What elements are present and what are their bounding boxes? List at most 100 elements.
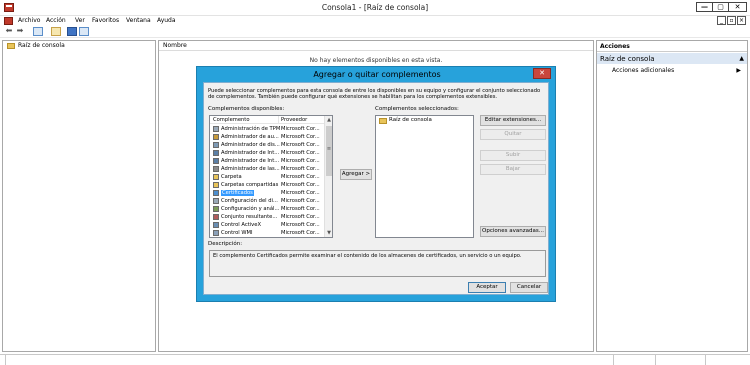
submenu-arrow-icon[interactable]: ▶ — [736, 67, 741, 74]
description-label: Descripción: — [208, 241, 243, 247]
status-bar — [0, 354, 750, 365]
selected-snapins-list[interactable]: Raíz de consola — [375, 115, 474, 238]
column-header[interactable]: Nombre — [159, 41, 593, 51]
snapin-vendor: Microsoft Cor... — [281, 182, 320, 188]
available-snapin-row[interactable]: Carpeta Microsoft Cor... — [210, 173, 324, 181]
scroll-up-icon[interactable]: ▲ — [325, 116, 332, 124]
menu-accion[interactable]: Acción — [46, 17, 66, 24]
snapin-name: Administración de TPM — [221, 126, 281, 132]
menu-favoritos[interactable]: Favoritos — [92, 17, 119, 24]
snapin-vendor: Microsoft Cor... — [281, 134, 320, 140]
add-button[interactable]: Agregar > — [340, 169, 372, 180]
available-snapin-row[interactable]: Administrador de au... Microsoft Cor... — [210, 133, 324, 141]
column-snapin[interactable]: Complemento — [213, 117, 250, 123]
menu-ventana[interactable]: Ventana — [126, 17, 151, 24]
available-snapin-row[interactable]: Administrador de Int... Microsoft Cor... — [210, 149, 324, 157]
list-header: Complemento Proveedor — [210, 116, 324, 124]
actions-title: Acciones — [597, 41, 747, 52]
advanced-options-button[interactable]: Opciones avanzadas... — [480, 226, 546, 237]
analysis-icon — [213, 206, 219, 212]
snapin-name: Configuración y anál... — [221, 206, 280, 212]
menu-archivo[interactable]: Archivo — [18, 17, 40, 24]
snapin-vendor: Microsoft Cor... — [281, 174, 320, 180]
mdi-minimize-button[interactable]: _ — [717, 16, 726, 25]
printer-icon — [213, 166, 219, 172]
column-vendor[interactable]: Proveedor — [281, 117, 307, 123]
minimize-button[interactable]: — — [696, 2, 713, 12]
console-tree-icon[interactable] — [33, 27, 43, 36]
snapin-vendor: Microsoft Cor... — [281, 126, 320, 132]
empty-view-message: No hay elementos disponibles en esta vis… — [309, 57, 443, 64]
cancel-button[interactable]: Cancelar — [510, 282, 548, 293]
snapin-name: Configuración del di... — [221, 198, 278, 204]
available-snapin-row[interactable]: Administrador de las... Microsoft Cor... — [210, 165, 324, 173]
title-bar: Consola1 - [Raíz de consola] — ▢ ✕ — [0, 0, 750, 16]
description-box: El complemento Certificados permite exam… — [209, 250, 546, 277]
toolbar: ⬅ ➡ — [0, 26, 750, 38]
available-snapin-row[interactable]: Conjunto resultante... Microsoft Cor... — [210, 213, 324, 221]
scroll-down-icon[interactable]: ▼ — [325, 229, 332, 237]
snapin-name: Conjunto resultante... — [221, 214, 278, 220]
console-menu-icon[interactable] — [4, 17, 13, 25]
available-snapins-list[interactable]: Complemento Proveedor Administración de … — [209, 115, 333, 238]
available-snapin-row[interactable]: Carpetas compartidas Microsoft Cor... — [210, 181, 324, 189]
status-divider — [705, 355, 706, 365]
available-snapin-row[interactable]: Administración de TPM Microsoft Cor... — [210, 125, 324, 133]
selected-item-console-root[interactable]: Raíz de consola — [389, 117, 432, 123]
snapin-vendor: Microsoft Cor... — [281, 166, 320, 172]
add-remove-snapins-dialog: Agregar o quitar complementos ✕ Puede se… — [196, 66, 556, 302]
snapin-name: Control ActiveX — [221, 222, 261, 228]
back-icon[interactable]: ⬅ — [4, 27, 14, 36]
available-snapin-row[interactable]: Configuración y anál... Microsoft Cor... — [210, 205, 324, 213]
snapin-vendor: Microsoft Cor... — [281, 198, 320, 204]
column-name-label[interactable]: Nombre — [163, 42, 187, 49]
dialog-body: Puede seleccionar complementos para esta… — [203, 82, 549, 295]
security-icon — [213, 150, 219, 156]
console-tree-pane: Raíz de consola — [2, 40, 156, 352]
actions-section-header[interactable]: Raíz de consola ▲ — [597, 53, 747, 64]
shared-folder-icon — [213, 182, 219, 188]
snapin-name: Certificados — [221, 190, 254, 196]
list-scrollbar[interactable]: ▲ ≡ ▼ — [324, 116, 332, 237]
dialog-intro-text: Puede seleccionar complementos para esta… — [208, 88, 541, 101]
menu-bar: Archivo Acción Ver Favoritos Ventana Ayu… — [0, 16, 750, 26]
security-icon — [213, 158, 219, 164]
collapse-arrow-icon[interactable]: ▲ — [739, 55, 744, 62]
export-list-icon[interactable] — [51, 27, 61, 36]
policy-icon — [213, 214, 219, 220]
available-snapin-row[interactable]: Control ActiveX Microsoft Cor... — [210, 221, 324, 229]
activex-icon — [213, 222, 219, 228]
mdi-restore-button[interactable]: ▫ — [727, 16, 736, 25]
help-icon[interactable] — [67, 27, 77, 36]
close-window-button[interactable]: ✕ — [728, 2, 747, 12]
column-divider[interactable] — [278, 116, 279, 124]
snapin-name: Carpeta — [221, 174, 242, 180]
status-divider — [613, 355, 614, 365]
window-title: Consola1 - [Raíz de consola] — [321, 3, 429, 12]
show-hide-action-pane-icon[interactable] — [79, 27, 89, 36]
ok-button[interactable]: Aceptar — [468, 282, 506, 293]
forward-icon[interactable]: ➡ — [15, 27, 25, 36]
available-snapin-row[interactable]: Configuración del di... Microsoft Cor... — [210, 197, 324, 205]
edit-extensions-button[interactable]: Editar extensiones... — [480, 115, 546, 126]
dialog-close-button[interactable]: ✕ — [533, 68, 551, 79]
menu-ver[interactable]: Ver — [75, 17, 85, 24]
more-actions-link[interactable]: Acciones adicionales — [612, 67, 674, 74]
move-down-button[interactable]: Bajar — [480, 164, 546, 175]
status-divider — [5, 355, 6, 365]
available-snapin-row[interactable]: Administrador de dis... Microsoft Cor... — [210, 141, 324, 149]
available-snapin-row[interactable]: Certificados Microsoft Cor... — [210, 189, 324, 197]
available-snapin-row[interactable]: Control WMI Microsoft Cor... — [210, 229, 324, 237]
snapin-vendor: Microsoft Cor... — [281, 190, 320, 196]
dialog-title: Agregar o quitar complementos — [313, 70, 441, 79]
available-snapin-row[interactable]: Administrador de Int... Microsoft Cor... — [210, 157, 324, 165]
mdi-close-button[interactable]: × — [737, 16, 746, 25]
maximize-button[interactable]: ▢ — [712, 2, 729, 12]
move-up-button[interactable]: Subir — [480, 150, 546, 161]
menu-ayuda[interactable]: Ayuda — [157, 17, 176, 24]
tree-item-console-root[interactable]: Raíz de consola — [18, 42, 65, 49]
snapin-vendor: Microsoft Cor... — [281, 150, 320, 156]
remove-button[interactable]: Quitar — [480, 129, 546, 140]
snapin-name: Administrador de Int... — [221, 158, 280, 164]
tpm-icon — [213, 126, 219, 132]
